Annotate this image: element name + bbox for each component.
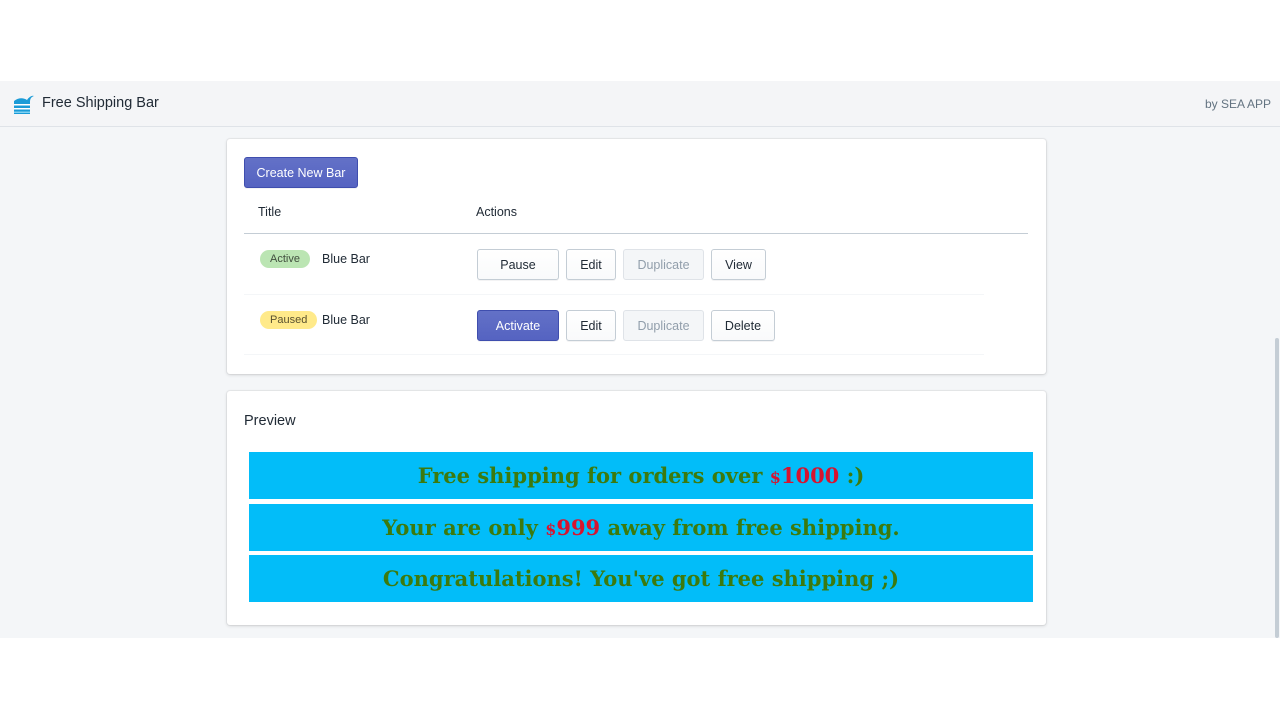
status-badge-active: Active bbox=[260, 250, 310, 268]
preview-heading: Preview bbox=[244, 413, 296, 429]
app-header: Free Shipping Bar by SEA APP bbox=[0, 81, 1280, 127]
developer-byline: by SEA APP bbox=[1204, 97, 1271, 111]
duplicate-button: Duplicate bbox=[623, 310, 704, 341]
banner-amount-value: 999 bbox=[556, 515, 601, 540]
bars-card: Create New Bar Title Actions Active Blue… bbox=[227, 139, 1046, 374]
preview-banner-progress: Your are only $999 away from free shippi… bbox=[249, 504, 1033, 551]
table-header-divider bbox=[244, 233, 1028, 234]
preview-banner-achieved: Congratulations! You've got free shippin… bbox=[249, 555, 1033, 602]
banner-text: Congratulations! You've got free shippin… bbox=[382, 566, 900, 591]
page-scrollbar[interactable] bbox=[1270, 127, 1280, 638]
column-header-title: Title bbox=[258, 205, 282, 219]
preview-card: Preview Free shipping for orders over $1… bbox=[227, 391, 1046, 625]
edit-button[interactable]: Edit bbox=[566, 310, 616, 341]
bar-title: Blue Bar bbox=[322, 252, 370, 266]
delete-button[interactable]: Delete bbox=[711, 310, 775, 341]
row-divider bbox=[244, 354, 984, 355]
duplicate-button: Duplicate bbox=[623, 249, 704, 280]
banner-amount-value: 1000 bbox=[780, 463, 840, 488]
status-badge-paused: Paused bbox=[260, 311, 318, 329]
preview-banner-initial: Free shipping for orders over $1000 :) bbox=[249, 452, 1033, 499]
pause-button[interactable]: Pause bbox=[477, 249, 559, 280]
banner-text: Free shipping for orders over bbox=[417, 463, 770, 488]
wave-logo-icon bbox=[13, 93, 35, 115]
edit-button[interactable]: Edit bbox=[566, 249, 616, 280]
scrollbar-thumb[interactable] bbox=[1275, 338, 1279, 638]
banner-text-suffix: :) bbox=[839, 463, 865, 488]
view-button[interactable]: View bbox=[711, 249, 766, 280]
banner-currency: $ bbox=[769, 468, 781, 487]
banner-amount: $999 bbox=[545, 515, 600, 540]
banner-text: Your are only bbox=[382, 515, 546, 540]
create-new-bar-button[interactable]: Create New Bar bbox=[244, 157, 358, 188]
column-header-actions: Actions bbox=[476, 205, 517, 219]
banner-amount: $1000 bbox=[770, 463, 840, 488]
bar-title: Blue Bar bbox=[322, 313, 370, 327]
banner-currency: $ bbox=[545, 520, 557, 539]
activate-button[interactable]: Activate bbox=[477, 310, 559, 341]
banner-text-suffix: away from free shipping. bbox=[600, 515, 900, 540]
app-frame: Free Shipping Bar by SEA APP Create New … bbox=[0, 81, 1280, 638]
row-divider bbox=[244, 294, 984, 295]
app-title: Free Shipping Bar bbox=[42, 95, 159, 111]
